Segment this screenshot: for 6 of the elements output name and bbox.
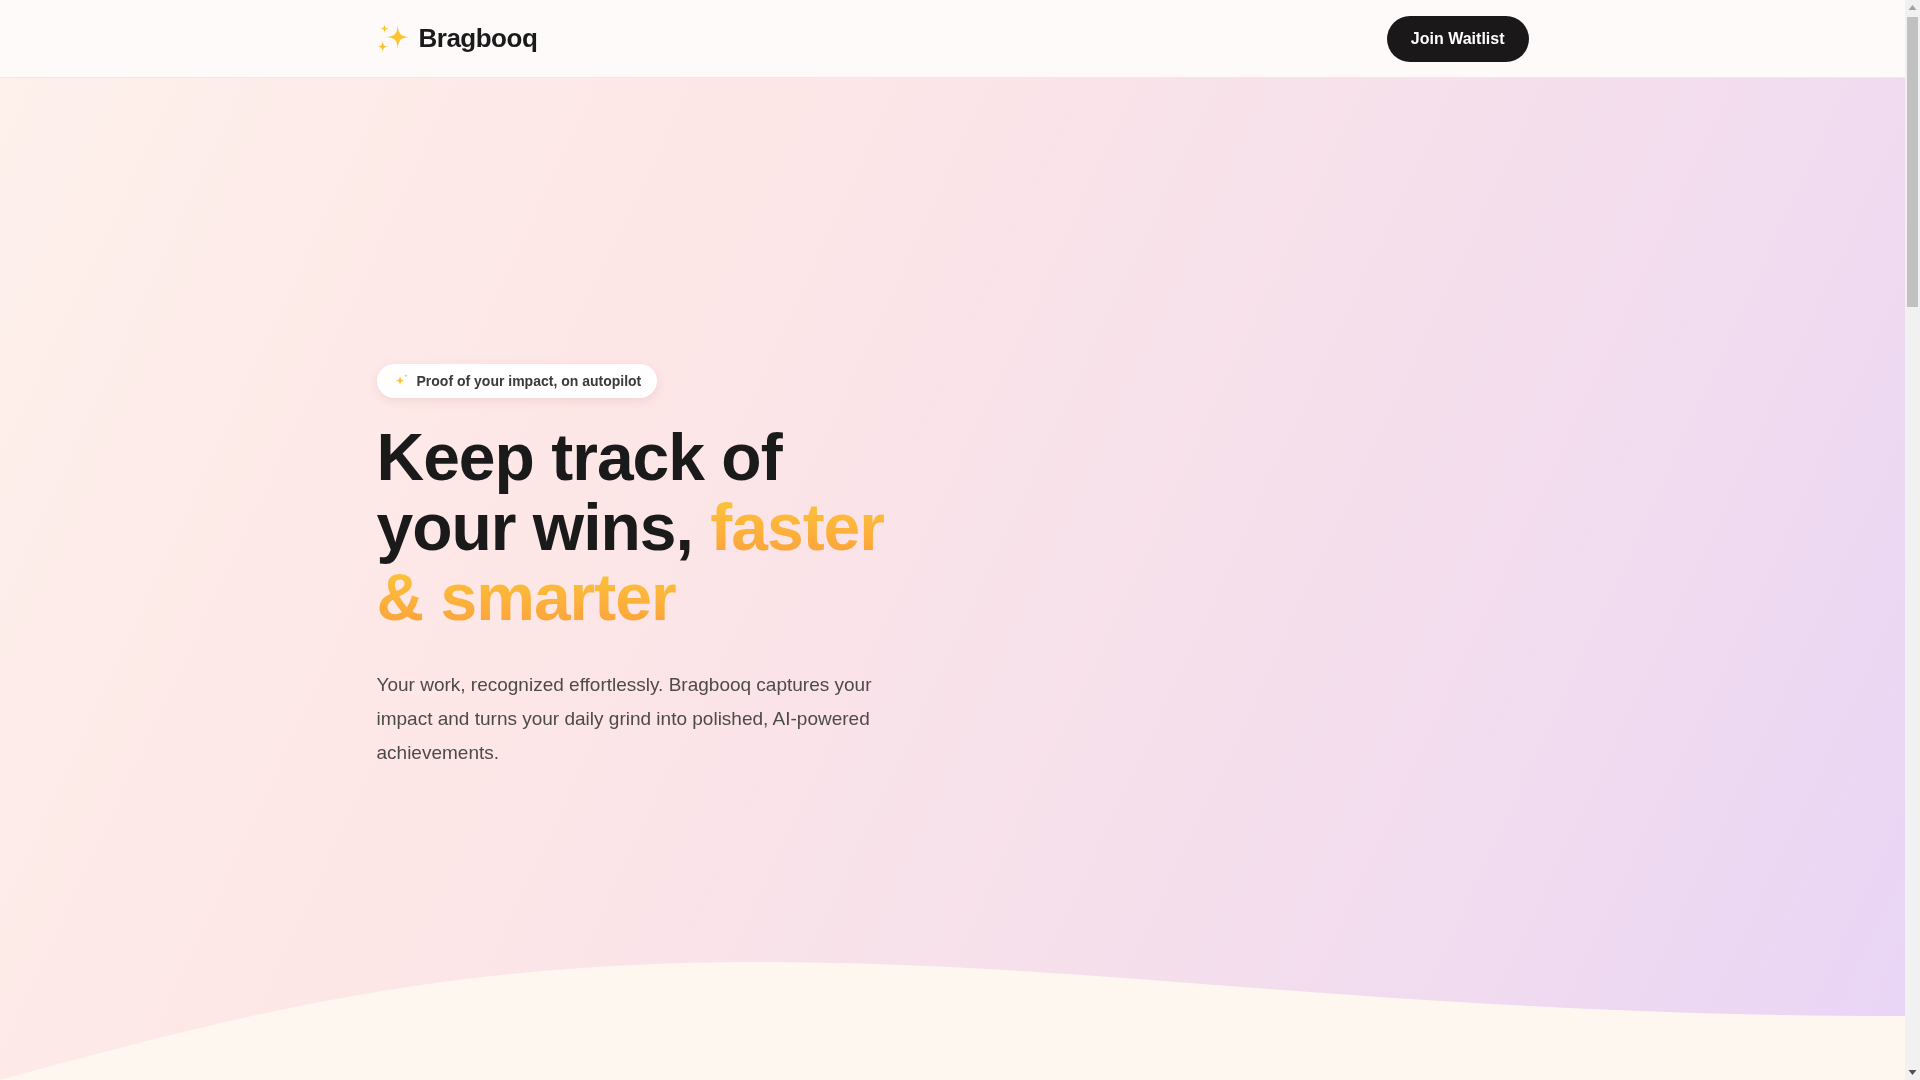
scrollbar-thumb[interactable] (1907, 17, 1918, 307)
join-waitlist-button[interactable]: Join Waitlist (1386, 15, 1529, 62)
brand-name[interactable]: Bragbooq (418, 23, 538, 54)
hero-description: Your work, recognized effortlessly. Bragbooq captures your impact and turns your daily grind into polished, AI-powered achievements. (376, 673, 873, 765)
badge-text: Proof of your impact, on autopilot (416, 373, 642, 389)
scrollbar[interactable] (1905, 0, 1920, 1080)
